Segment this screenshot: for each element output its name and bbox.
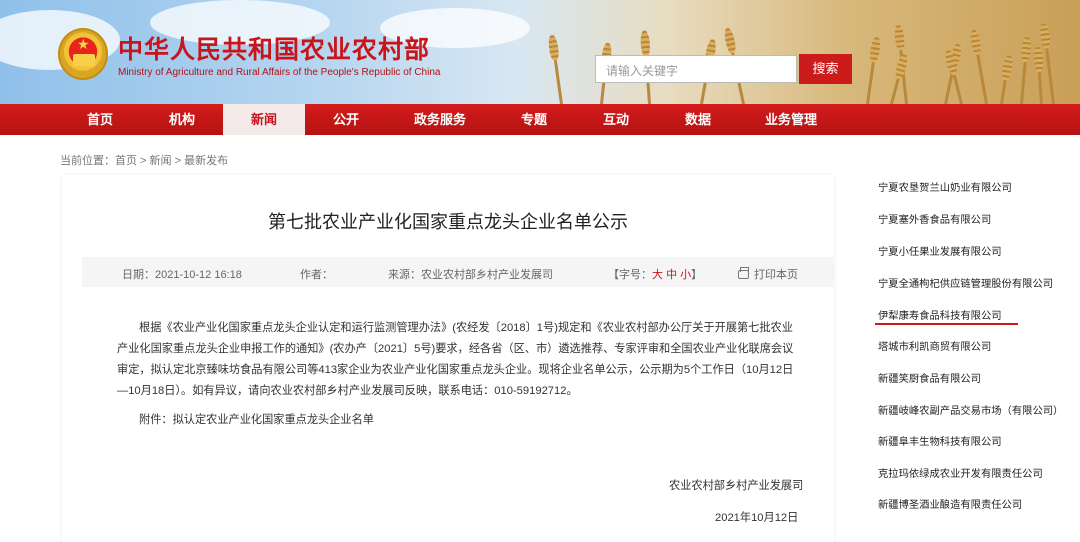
article-body: 根据《农业产业化国家重点龙头企业认定和运行监测管理办法》(农经发〔2018〕1号… xyxy=(117,322,794,397)
print-button[interactable]: 打印本页 xyxy=(738,266,798,282)
national-emblem-icon: ★ xyxy=(58,28,108,80)
list-item[interactable]: 宁夏小任果业发展有限公司 xyxy=(878,243,1002,258)
search-button[interactable]: 搜索 xyxy=(799,54,852,84)
nav-item-public[interactable]: 公开 xyxy=(305,104,387,135)
list-item[interactable]: 伊犁康寿食品科技有限公司 xyxy=(878,307,1002,322)
nav-item-home[interactable]: 首页 xyxy=(59,104,141,135)
font-large-button[interactable]: 大 xyxy=(652,269,663,281)
highlight-underline xyxy=(875,323,1018,325)
site-subtitle: Ministry of Agriculture and Rural Affair… xyxy=(118,67,441,78)
article-signature: 农业农村部乡村产业发展司 xyxy=(669,480,804,492)
font-size-bracket: 】 xyxy=(691,269,703,281)
nav-item-topics[interactable]: 专题 xyxy=(493,104,575,135)
nav-item-news[interactable]: 新闻 xyxy=(223,104,305,135)
printer-icon xyxy=(738,267,749,279)
article-panel: 第七批农业产业化国家重点龙头企业名单公示 日期：2021-10-12 16:18… xyxy=(62,175,834,542)
attachment-link[interactable]: 附件：拟认定农业产业化国家重点龙头企业名单 xyxy=(139,411,374,427)
nav-item-services[interactable]: 政务服务 xyxy=(387,104,493,135)
site-title[interactable]: 中华人民共和国农业农村部 xyxy=(118,30,430,66)
article-date: 日期：2021-10-12 16:18 xyxy=(122,269,242,281)
list-item[interactable]: 新疆岐峰农副产品交易市场（有限公司） xyxy=(878,402,1063,417)
article-source: 来源：农业农村部乡村产业发展司 xyxy=(388,269,553,281)
breadcrumb[interactable]: 当前位置：首页 > 新闻 > 最新发布 xyxy=(60,152,228,168)
font-size-label: 【字号： xyxy=(608,269,652,281)
list-item[interactable]: 新疆博圣酒业酿造有限责任公司 xyxy=(878,496,1022,511)
list-item[interactable]: 塔城市利凯商贸有限公司 xyxy=(878,338,991,353)
nav-item-interaction[interactable]: 互动 xyxy=(575,104,657,135)
nav-item-business[interactable]: 业务管理 xyxy=(739,104,843,135)
list-item[interactable]: 宁夏全通枸杞供应链管理股份有限公司 xyxy=(878,275,1053,290)
font-small-button[interactable]: 小 xyxy=(680,269,691,281)
list-item[interactable]: 新疆笑厨食品有限公司 xyxy=(878,370,981,385)
article-title: 第七批农业产业化国家重点龙头企业名单公示 xyxy=(268,212,628,232)
print-label: 打印本页 xyxy=(754,269,798,281)
main-nav: 首页 机构 新闻 公开 政务服务 专题 互动 数据 业务管理 xyxy=(0,104,1080,135)
search-input[interactable]: 请输入关键字 xyxy=(595,55,797,83)
list-item[interactable]: 新疆阜丰生物科技有限公司 xyxy=(878,433,1002,448)
article-author: 作者： xyxy=(300,269,333,281)
header-banner: ★ 中华人民共和国农业农村部 Ministry of Agriculture a… xyxy=(0,0,1080,104)
list-item[interactable]: 宁夏塞外香食品有限公司 xyxy=(878,211,991,226)
list-item[interactable]: 克拉玛依绿成农业开发有限责任公司 xyxy=(878,465,1043,480)
article-meta-bar: 日期：2021-10-12 16:18 作者： 来源：农业农村部乡村产业发展司 … xyxy=(82,257,834,287)
article-sign-date: 2021年10月12日 xyxy=(715,512,799,524)
font-size-control: 【字号：大 中 小】 xyxy=(608,266,702,282)
list-item[interactable]: 宁夏农垦贺兰山奶业有限公司 xyxy=(878,179,1012,194)
nav-item-data[interactable]: 数据 xyxy=(657,104,739,135)
nav-item-organization[interactable]: 机构 xyxy=(141,104,223,135)
font-medium-button[interactable]: 中 xyxy=(666,269,677,281)
